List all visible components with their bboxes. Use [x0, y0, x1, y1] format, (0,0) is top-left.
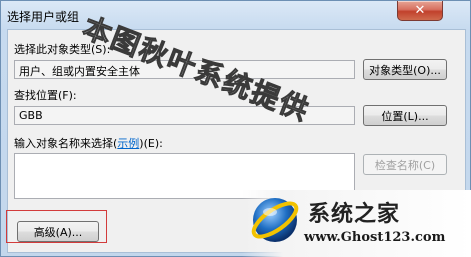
close-button[interactable]: ✕ — [397, 1, 443, 21]
enter-names-label: 输入对象名称来选择(示例)(E): — [14, 135, 163, 151]
examples-link[interactable]: 示例 — [117, 137, 139, 150]
logo-site-name: 系统之家 — [308, 202, 401, 227]
object-types-button[interactable]: 对象类型(O)... — [363, 59, 447, 80]
location-field: GBB — [14, 106, 355, 125]
logo-site-url: www.Ghost123.com — [304, 230, 446, 245]
window-title: 选择用户或组 — [7, 10, 80, 24]
check-names-button[interactable]: 检查名称(C) — [363, 154, 447, 175]
title-bar[interactable]: 选择用户或组 ✕ — [1, 1, 470, 28]
enter-names-label-prefix: 输入对象名称来选择( — [14, 137, 118, 150]
advanced-highlight-box — [6, 210, 107, 243]
location-label: 查找位置(F): — [14, 89, 77, 102]
enter-names-label-suffix: )(E): — [139, 137, 163, 150]
object-type-label: 选择此对象类型(S): — [14, 43, 111, 56]
object-type-field: 用户、组或内置安全主体 — [14, 60, 355, 79]
site-logo-watermark: 系统之家 www.Ghost123.com — [242, 190, 471, 257]
close-icon: ✕ — [414, 3, 426, 18]
globe-logo-icon — [251, 198, 299, 242]
locations-button[interactable]: 位置(L)... — [363, 105, 447, 126]
